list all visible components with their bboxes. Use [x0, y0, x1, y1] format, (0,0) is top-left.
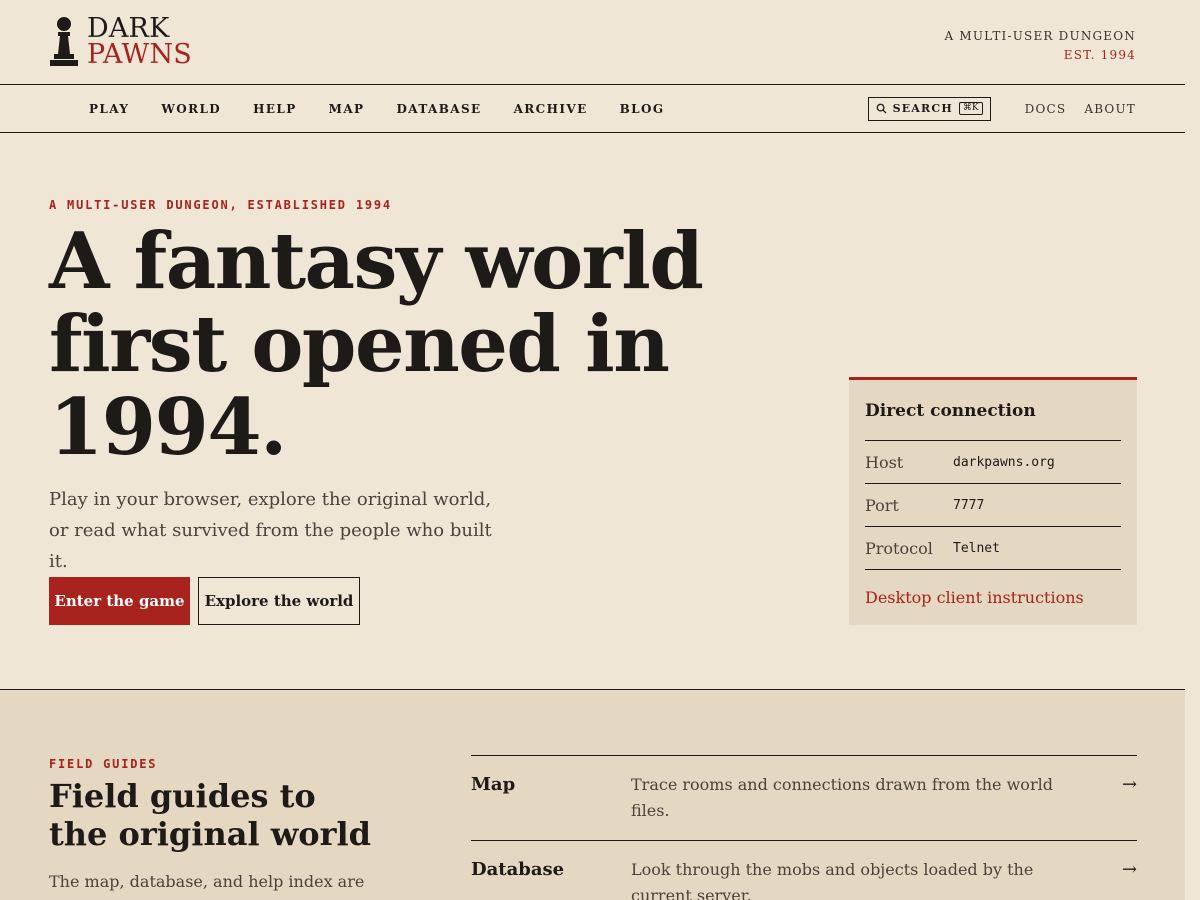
field-guides-description: The map, database, and help index are	[49, 872, 365, 891]
connection-key: Protocol	[865, 538, 933, 558]
main-nav: PLAY WORLD HELP MAP DATABASE ARCHIVE BLO…	[0, 85, 1185, 133]
logo-line-2: PAWNS	[87, 39, 192, 70]
nav-item-database[interactable]: DATABASE	[396, 102, 481, 116]
hero-title-line-2: first opened in	[49, 299, 670, 390]
nav-item-play[interactable]: PLAY	[89, 102, 129, 116]
logo[interactable]: DARK PAWNS	[49, 15, 192, 70]
guide-name: Database	[471, 859, 565, 880]
hero-title-line-3: 1994.	[49, 382, 287, 473]
arrow-right-icon: →	[1121, 774, 1137, 795]
field-guides-eyebrow: FIELD GUIDES	[49, 757, 158, 771]
arrow-right-icon: →	[1121, 859, 1137, 880]
desktop-client-link[interactable]: Desktop client instructions	[865, 588, 1121, 607]
field-guides-title: Field guides to the original world	[49, 777, 372, 853]
site-header: DARK PAWNS A MULTI-USER DUNGEON EST. 199…	[0, 0, 1185, 85]
guide-description: Trace rooms and connections drawn from t…	[631, 775, 1053, 820]
connection-value: 7777	[953, 497, 985, 513]
guide-list: Map Trace rooms and connections drawn fr…	[471, 755, 1137, 900]
connection-row-protocol: Protocol Telnet	[865, 527, 1121, 570]
tagline-line-2: EST. 1994	[1063, 48, 1136, 62]
direct-connection-card: Direct connection Host darkpawns.org Por…	[849, 377, 1137, 625]
hero-title-line-1: A fantasy world	[49, 216, 704, 307]
connection-key: Host	[865, 452, 904, 472]
connection-row-port: Port 7777	[865, 484, 1121, 527]
nav-item-map[interactable]: MAP	[329, 102, 365, 116]
field-guides-section: FIELD GUIDES Field guides to the origina…	[0, 689, 1185, 900]
search-icon	[876, 103, 887, 114]
hero-eyebrow: A MULTI-USER DUNGEON, ESTABLISHED 1994	[49, 198, 392, 212]
search-button[interactable]: SEARCH ⌘K	[867, 96, 991, 121]
nav-item-blog[interactable]: BLOG	[620, 102, 665, 116]
tagline-line-1: A MULTI-USER DUNGEON	[944, 29, 1136, 43]
connection-title: Direct connection	[865, 401, 1121, 441]
nav-item-archive[interactable]: ARCHIVE	[514, 102, 588, 116]
connection-value: Telnet	[953, 540, 1000, 556]
connection-key: Port	[865, 495, 899, 515]
enter-game-button[interactable]: Enter the game	[49, 577, 190, 625]
search-label: SEARCH	[892, 102, 953, 115]
nav-link-about[interactable]: ABOUT	[1084, 102, 1136, 116]
guide-name: Map	[471, 774, 516, 795]
nav-item-help[interactable]: HELP	[253, 102, 297, 116]
guide-row-map[interactable]: Map Trace rooms and connections drawn fr…	[471, 755, 1137, 840]
pawn-icon	[50, 17, 78, 66]
nav-item-world[interactable]: WORLD	[161, 102, 221, 116]
guide-row-database[interactable]: Database Look through the mobs and objec…	[471, 840, 1137, 900]
explore-world-button[interactable]: Explore the world	[198, 577, 360, 625]
hero-subtitle: Play in your browser, explore the origin…	[49, 489, 492, 572]
connection-value: darkpawns.org	[953, 454, 1055, 470]
header-tagline: A MULTI-USER DUNGEON EST. 1994	[944, 27, 1136, 65]
search-shortcut: ⌘K	[958, 102, 983, 115]
connection-row-host: Host darkpawns.org	[865, 441, 1121, 484]
nav-right: SEARCH ⌘K DOCS ABOUT	[867, 85, 1136, 132]
hero-title: A fantasy world first opened in 1994.	[49, 220, 749, 469]
nav-items: PLAY WORLD HELP MAP DATABASE ARCHIVE BLO…	[89, 85, 697, 132]
guide-description: Look through the mobs and objects loaded…	[631, 860, 1034, 900]
nav-link-docs[interactable]: DOCS	[1025, 102, 1067, 116]
